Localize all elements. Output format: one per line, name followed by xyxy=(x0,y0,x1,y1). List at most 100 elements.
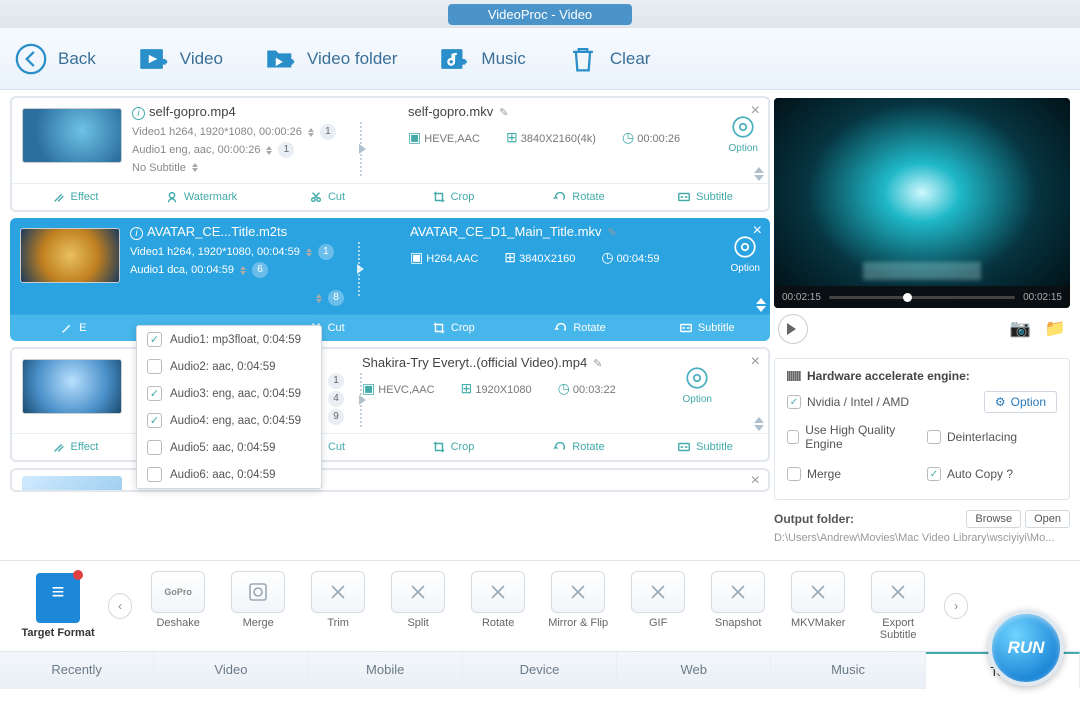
video-item[interactable]: × iself-gopro.mp4 Video1 h264, 1920*1080… xyxy=(10,96,770,212)
subtitle-button[interactable]: Subtitle xyxy=(642,434,768,460)
tab-video[interactable]: Video xyxy=(154,652,308,689)
checkbox-icon[interactable] xyxy=(147,386,162,401)
source-filename: iAVATAR_CE...Title.m2ts xyxy=(130,224,400,240)
spinner-icon[interactable] xyxy=(240,263,246,278)
audio-track-option[interactable]: Audio4: eng, aac, 0:04:59 xyxy=(137,407,321,434)
snapshot-icon[interactable]: 📷 xyxy=(1010,319,1031,339)
spinner-icon[interactable] xyxy=(266,143,272,158)
clear-button[interactable]: Clear xyxy=(566,42,651,76)
tool-trim[interactable]: Trim xyxy=(306,571,370,641)
rotate-button[interactable]: Rotate xyxy=(516,434,642,460)
tool-export-subtitle[interactable]: Export Subtitle xyxy=(866,571,930,641)
reorder-arrows[interactable] xyxy=(756,293,766,317)
tab-device[interactable]: Device xyxy=(463,652,617,689)
video-item[interactable]: × 1 4 9 Shakira-Try Everyt..(official Vi… xyxy=(10,347,770,462)
reorder-arrows[interactable] xyxy=(754,412,764,436)
preview-seekbar[interactable]: 00:02:15 00:02:15 xyxy=(774,286,1070,308)
thumbnail xyxy=(22,108,122,163)
pencil-icon[interactable]: ✎ xyxy=(593,358,602,370)
crop-button[interactable]: Crop xyxy=(390,434,516,460)
checkbox-icon[interactable] xyxy=(147,440,162,455)
open-button[interactable]: Open xyxy=(1025,510,1070,528)
cut-button[interactable]: Cut xyxy=(264,184,390,210)
add-video-button[interactable]: Video xyxy=(136,42,223,76)
video-item-selected[interactable]: × iAVATAR_CE...Title.m2ts Video1 h264, 1… xyxy=(10,218,770,341)
add-folder-button[interactable]: Video folder xyxy=(263,42,397,76)
tool-rotate[interactable]: Rotate xyxy=(466,571,530,641)
file-list: × iself-gopro.mp4 Video1 h264, 1920*1080… xyxy=(0,90,770,560)
spinner-icon[interactable] xyxy=(306,245,312,260)
tool-merge[interactable]: Merge xyxy=(226,571,290,641)
info-icon[interactable]: i xyxy=(130,227,143,240)
close-icon[interactable]: × xyxy=(751,472,760,490)
tab-web[interactable]: Web xyxy=(617,652,771,689)
pencil-icon[interactable]: ✎ xyxy=(499,107,508,119)
tool-deshake[interactable]: GoProDeshake xyxy=(146,571,210,641)
tab-music[interactable]: Music xyxy=(771,652,925,689)
checkbox-icon[interactable] xyxy=(147,413,162,428)
subtitle-button[interactable]: Subtitle xyxy=(642,184,768,210)
reorder-arrows[interactable] xyxy=(754,162,764,186)
play-button[interactable] xyxy=(778,314,808,344)
open-folder-icon[interactable]: 📁 xyxy=(1045,319,1066,339)
pencil-icon[interactable]: ✎ xyxy=(607,227,616,239)
autocopy-checkbox[interactable]: Auto Copy ? xyxy=(927,467,1057,481)
resolution-icon: ⊞ xyxy=(506,129,518,145)
gear-icon xyxy=(730,114,756,140)
checkbox-icon[interactable] xyxy=(147,359,162,374)
merge-checkbox[interactable]: Merge xyxy=(787,467,917,481)
checkbox-icon[interactable] xyxy=(147,467,162,482)
target-format[interactable]: Target Format xyxy=(14,573,102,639)
tab-recently[interactable]: Recently xyxy=(0,652,154,689)
back-button[interactable]: Back xyxy=(14,42,96,76)
codec-option-button[interactable]: Option xyxy=(683,365,712,405)
video-item-collapsed[interactable]: × xyxy=(10,468,770,492)
video-preview[interactable]: 00:02:15 00:02:15 xyxy=(774,98,1070,308)
crop-button[interactable]: Crop xyxy=(390,184,516,210)
tool-gif[interactable]: GIF xyxy=(626,571,690,641)
browse-button[interactable]: Browse xyxy=(966,510,1021,528)
effect-button[interactable]: Effect xyxy=(12,184,138,210)
seek-knob[interactable] xyxy=(903,293,912,302)
tool-mirror[interactable]: Mirror & Flip xyxy=(546,571,610,641)
close-icon[interactable]: × xyxy=(751,353,760,371)
audio-track-option[interactable]: Audio3: eng, aac, 0:04:59 xyxy=(137,380,321,407)
tool-split[interactable]: Split xyxy=(386,571,450,641)
spinner-icon[interactable] xyxy=(316,291,322,306)
effect-button[interactable]: E xyxy=(10,315,137,341)
checkbox-icon[interactable] xyxy=(787,395,801,409)
tab-mobile[interactable]: Mobile xyxy=(309,652,463,689)
format-tabs: Recently Video Mobile Device Web Music T… xyxy=(0,651,1080,689)
seek-track[interactable] xyxy=(829,296,1015,299)
watermark-button[interactable]: Watermark xyxy=(138,184,264,210)
resolution-icon: ⊞ xyxy=(461,380,473,396)
crop-button[interactable]: Crop xyxy=(390,315,517,341)
thumbnail xyxy=(22,359,122,414)
tools-next-button[interactable]: › xyxy=(944,593,968,619)
spinner-icon[interactable] xyxy=(308,125,314,140)
info-icon[interactable]: i xyxy=(132,107,145,120)
subtitle-button[interactable]: Subtitle xyxy=(643,315,770,341)
audio-track-option[interactable]: Audio6: aac, 0:04:59 xyxy=(137,461,321,488)
target-format-icon xyxy=(36,573,80,623)
codec-option-button[interactable]: Option xyxy=(731,234,760,274)
audio-track-option[interactable]: Audio1: mp3float, 0:04:59 xyxy=(137,326,321,353)
tool-snapshot[interactable]: Snapshot xyxy=(706,571,770,641)
hq-checkbox[interactable]: Use High Quality Engine xyxy=(787,423,917,451)
codec-option-button[interactable]: Option xyxy=(729,114,758,154)
audio-track-option[interactable]: Audio2: aac, 0:04:59 xyxy=(137,353,321,380)
tool-mkvmaker[interactable]: MKVMaker xyxy=(786,571,850,641)
run-button[interactable]: RUN xyxy=(988,610,1064,686)
add-music-button[interactable]: Music xyxy=(437,42,525,76)
effect-button[interactable]: Effect xyxy=(12,434,138,460)
hw-option-button[interactable]: ⚙Option xyxy=(984,391,1057,413)
rotate-button[interactable]: Rotate xyxy=(517,315,644,341)
deinterlace-checkbox[interactable]: Deinterlacing xyxy=(927,423,1057,451)
tools-prev-button[interactable]: ‹ xyxy=(108,593,132,619)
audio-track-dropdown[interactable]: Audio1: mp3float, 0:04:59 Audio2: aac, 0… xyxy=(136,325,322,489)
rotate-button[interactable]: Rotate xyxy=(516,184,642,210)
audio-track-option[interactable]: Audio5: aac, 0:04:59 xyxy=(137,434,321,461)
spinner-icon[interactable] xyxy=(192,160,198,175)
codec-icon: ▣ xyxy=(408,129,421,145)
checkbox-icon[interactable] xyxy=(147,332,162,347)
